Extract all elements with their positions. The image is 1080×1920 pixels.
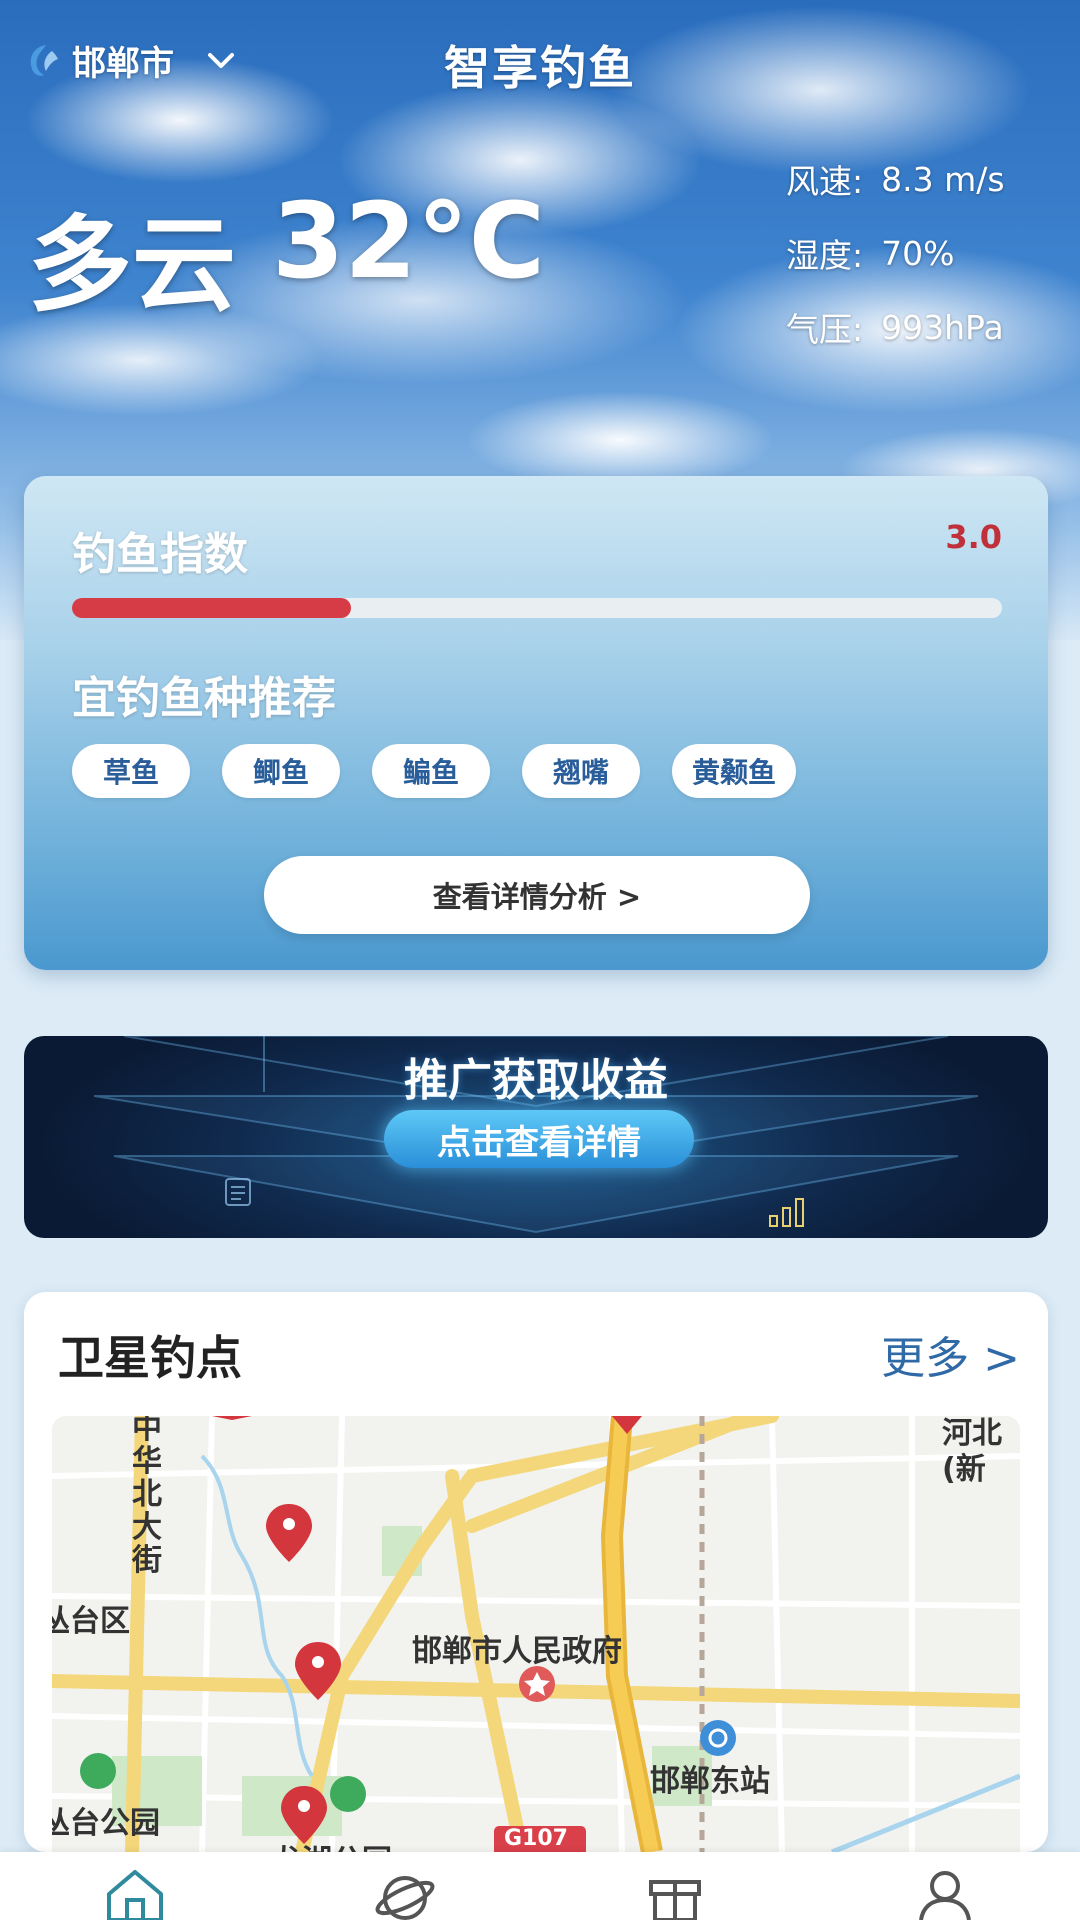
map-label-hebei: 河北(新	[942, 1416, 1002, 1487]
spots-map[interactable]: 中华北大街 丛台区 邯郸市人民政府 邯郸东站 丛台公园 龙湖公园 河北(新 G1…	[52, 1416, 1020, 1852]
stat-label: 气压:	[786, 310, 864, 349]
stat-label: 风速:	[786, 162, 864, 201]
stat-value: 993hPa	[881, 307, 1004, 347]
bottom-tab-bar	[0, 1852, 1080, 1920]
gift-icon	[649, 1880, 701, 1920]
fishing-index-bar	[72, 598, 1002, 618]
recommend-title: 宜钓鱼种推荐	[72, 673, 336, 724]
app-title: 智享钓鱼	[444, 41, 636, 95]
tab-home[interactable]	[95, 1852, 175, 1920]
document-icon	[225, 1178, 251, 1206]
fish-tag[interactable]: 鳊鱼	[372, 744, 490, 798]
stat-pressure: 气压: 993hPa	[786, 290, 1005, 364]
map-label-road: G107	[504, 1826, 568, 1851]
satellite-spots-title: 卫星钓点	[58, 1331, 242, 1385]
fish-tag-list: 草鱼 鲫鱼 鳊鱼 翘嘴 黄颡鱼	[72, 744, 797, 798]
map-label-district: 丛台区	[52, 1604, 130, 1639]
stat-label: 湿度:	[786, 236, 864, 275]
home-icon	[107, 1870, 163, 1920]
weather-stats: 风速: 8.3 m/s 湿度: 70% 气压: 993hPa	[786, 142, 1005, 364]
promo-banner[interactable]: 推广获取收益 点击查看详情	[24, 1036, 1048, 1238]
map-label-park: 龙湖公园	[272, 1836, 392, 1852]
more-link[interactable]: 更多 >	[881, 1322, 1020, 1386]
view-detail-analysis-button[interactable]: 查看详情分析 >	[264, 856, 810, 934]
planet-icon	[375, 1876, 435, 1920]
weather-temperature: 32°C	[272, 180, 546, 302]
map-label-park: 丛台公园	[52, 1806, 160, 1841]
promo-title: 推广获取收益	[404, 1055, 668, 1106]
map-label-street: 中华北大街	[132, 1416, 162, 1578]
map-label-government: 邯郸市人民政府	[412, 1634, 622, 1669]
promo-detail-button[interactable]: 点击查看详情	[384, 1110, 694, 1168]
fishing-index-bar-fill	[72, 598, 351, 618]
stat-value: 8.3 m/s	[881, 159, 1005, 199]
fishing-index-card: 钓鱼指数 3.0 宜钓鱼种推荐 草鱼 鲫鱼 鳊鱼 翘嘴 黄颡鱼 查看详情分析 >	[24, 476, 1048, 970]
fish-tag[interactable]: 翘嘴	[522, 744, 640, 798]
fish-tag[interactable]: 草鱼	[72, 744, 190, 798]
user-icon	[919, 1871, 971, 1920]
stat-wind: 风速: 8.3 m/s	[786, 142, 1005, 216]
tab-profile[interactable]	[905, 1852, 985, 1920]
weather-condition: 多云	[28, 204, 237, 326]
fish-tag[interactable]: 鲫鱼	[222, 744, 340, 798]
top-bar: 邯郸市 智享钓鱼	[0, 20, 1080, 100]
fishing-index-title: 钓鱼指数	[72, 529, 248, 580]
signal-bars-icon	[769, 1198, 804, 1227]
satellite-spots-card: 卫星钓点 更多 > 中华北大街 丛台区 邯郸市人民政府 邯郸东站 丛台公园 河北…	[24, 1292, 1048, 1852]
fishing-index-score: 3.0	[945, 518, 1002, 556]
stat-value: 70%	[881, 233, 955, 273]
stat-humidity: 湿度: 70%	[786, 216, 1005, 290]
tab-gift[interactable]	[635, 1852, 715, 1920]
map-label-station: 邯郸东站	[650, 1764, 770, 1799]
tab-explore[interactable]	[365, 1852, 445, 1920]
fish-tag[interactable]: 黄颡鱼	[672, 744, 797, 798]
weather-summary: 多云 32°C	[28, 180, 545, 331]
